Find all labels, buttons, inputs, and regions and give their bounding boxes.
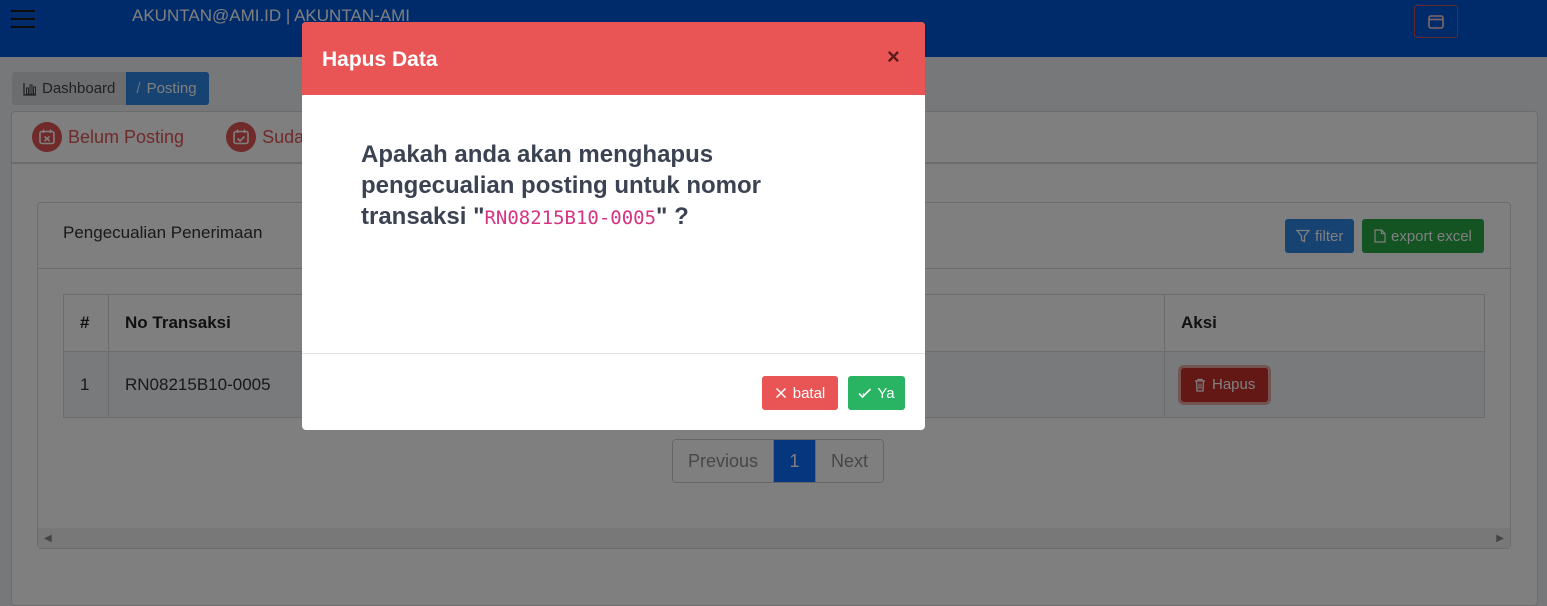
modal-title: Hapus Data	[322, 48, 438, 71]
ya-button-label: Ya	[877, 384, 895, 402]
modal-message: Apakah anda akan menghapus pengecualian …	[361, 139, 791, 234]
ya-button[interactable]: Ya	[848, 376, 905, 410]
batal-button[interactable]: batal	[762, 376, 838, 410]
batal-button-label: batal	[792, 384, 826, 402]
modal-message-suffix: " ?	[656, 203, 689, 230]
modal-footer: batal Ya	[302, 354, 925, 430]
modal-transaction-code: RN08215B10-0005	[484, 207, 657, 229]
check-icon	[858, 388, 872, 399]
x-icon	[775, 387, 786, 399]
hapus-data-modal: Hapus Data × Apakah anda akan menghapus …	[302, 22, 925, 430]
close-icon[interactable]: ×	[887, 46, 900, 68]
modal-body: Apakah anda akan menghapus pengecualian …	[302, 95, 925, 354]
modal-header: Hapus Data ×	[302, 22, 925, 95]
